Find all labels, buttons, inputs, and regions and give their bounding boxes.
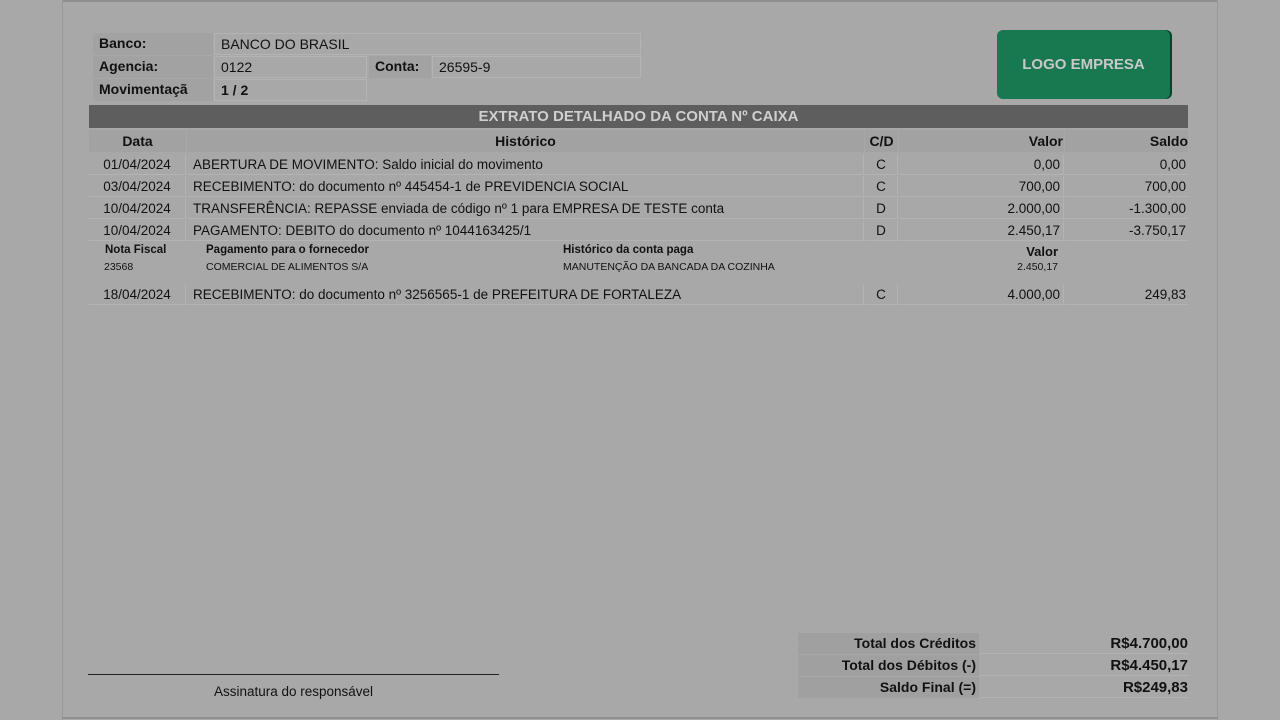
agencia-label: Agencia: [93,56,213,78]
row-saldo: 0,00 [1065,154,1188,175]
col-data: Data [89,130,186,152]
row-date: 10/04/2024 [89,198,186,219]
page-left-edge [62,0,63,720]
fornecedor-value: COMERCIAL DE ALIMENTOS S/A [206,261,369,273]
row-saldo: 249,83 [1065,284,1188,305]
row-valor: 2.450,17 [899,220,1064,241]
row-valor: 2.000,00 [899,198,1064,219]
row-historico: RECEBIMENTO: do documento nº 445454-1 de… [187,176,864,197]
row-date: 01/04/2024 [89,154,186,175]
table-row: 18/04/2024 RECEBIMENTO: do documento nº … [89,284,1188,305]
row-valor: 4.000,00 [899,284,1064,305]
total-debitos-label: Total dos Débitos (-) [798,655,979,676]
saldo-final-value: R$249,83 [980,677,1188,698]
signature-label: Assinatura do responsável [213,684,374,699]
signature-line [88,674,499,675]
row-cd: D [865,198,898,219]
page-right-edge [1217,0,1218,720]
row-date: 18/04/2024 [89,284,186,305]
fornecedor-label: Pagamento para o fornecedor [206,244,369,256]
movimentacao-value: 1 / 2 [214,79,367,101]
historico-conta-value: MANUTENÇÃO DA BANCADA DA COZINHA [563,261,775,273]
row-cd: C [865,284,898,305]
table-row: 03/04/2024 RECEBIMENTO: do documento nº … [89,176,1188,197]
row-saldo: -1.300,00 [1065,198,1188,219]
table-row: 01/04/2024 ABERTURA DE MOVIMENTO: Saldo … [89,154,1188,175]
banco-label: Banco: [93,33,213,55]
total-debitos-value: R$4.450,17 [980,655,1188,676]
col-valor: Valor [899,130,1064,152]
detail-valor-label: Valor [1026,244,1058,259]
row-valor: 700,00 [899,176,1064,197]
conta-value: 26595-9 [432,56,641,78]
row-valor: 0,00 [899,154,1064,175]
row-cd: C [865,176,898,197]
agencia-value: 0122 [214,56,367,78]
nota-fiscal-label: Nota Fiscal [105,244,167,256]
historico-conta-label: Histórico da conta paga [563,244,694,256]
nota-fiscal-value: 23568 [104,261,134,273]
page-bottom-edge [62,717,1218,719]
total-creditos-label: Total dos Créditos [798,633,979,654]
row-historico: ABERTURA DE MOVIMENTO: Saldo inicial do … [187,154,864,175]
statement-title: EXTRATO DETALHADO DA CONTA Nº CAIXA [89,105,1188,128]
col-cd: C/D [865,130,898,152]
row-cd: D [865,220,898,241]
company-logo: LOGO EMPRESA [997,30,1170,99]
row-historico: RECEBIMENTO: do documento nº 3256565-1 d… [187,284,864,305]
row-cd: C [865,154,898,175]
page-top-edge [62,0,1218,2]
col-saldo: Saldo [1065,130,1188,152]
row-date: 10/04/2024 [89,220,186,241]
banco-value: BANCO DO BRASIL [214,33,641,55]
table-row: 10/04/2024 PAGAMENTO: DEBITO do document… [89,220,1188,241]
col-historico: Histórico [187,130,864,152]
row-saldo: -3.750,17 [1065,220,1188,241]
detail-valor-value: 2.450,17 [1017,261,1058,273]
row-historico: PAGAMENTO: DEBITO do documento nº 104416… [187,220,864,241]
saldo-final-label: Saldo Final (=) [798,677,979,698]
row-historico: TRANSFERÊNCIA: REPASSE enviada de código… [187,198,864,219]
conta-label: Conta: [369,56,431,78]
row-date: 03/04/2024 [89,176,186,197]
table-row: 10/04/2024 TRANSFERÊNCIA: REPASSE enviad… [89,198,1188,219]
logo-text: LOGO EMPRESA [1022,56,1145,73]
total-creditos-value: R$4.700,00 [980,633,1188,654]
row-saldo: 700,00 [1065,176,1188,197]
movimentacao-label: Movimentaçã [93,79,213,101]
